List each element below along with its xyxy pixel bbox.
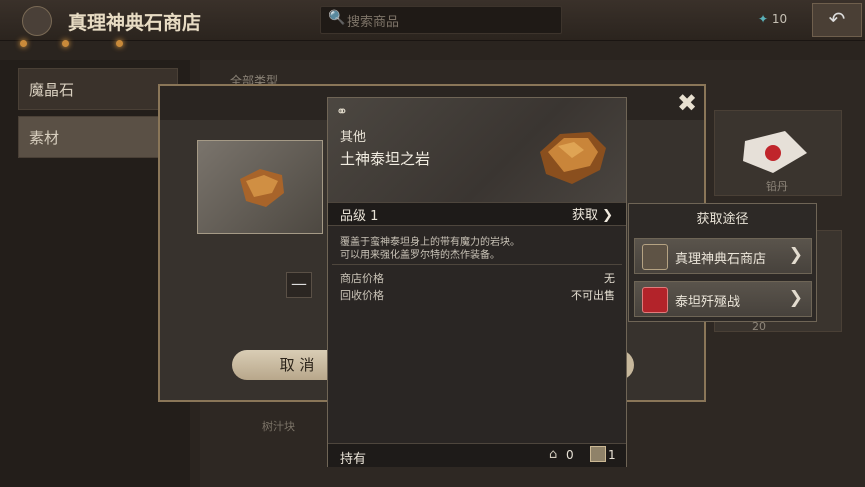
acquisition-item-battle[interactable]: 泰坦歼殛战 ❯ [634,281,812,317]
chevron-right-icon: ❯ [788,288,803,308]
currency-counter: ✦ 10 [758,12,787,26]
close-icon: ✖ [676,89,698,117]
decorative-lamps [20,40,160,54]
currency-amount: 10 [771,12,788,26]
shop-price-value: 无 [604,272,615,285]
sell-price-label: 回收价格 [340,289,384,302]
item-thumbnail [197,140,323,234]
lamp-icon [62,40,69,47]
item-grade: 品级 1 [340,209,379,224]
titan-rock-icon [540,132,606,184]
shop-price-label: 商店价格 [340,272,384,285]
search-placeholder: 搜索商品 [347,15,400,30]
lamp-icon [20,40,27,47]
bag-icon [590,446,606,462]
battle-icon [642,287,668,313]
crystal-icon: ✦ [758,12,769,26]
tooltip-footer [328,443,626,467]
item-category: 其他 [340,130,367,145]
shop-icon [642,244,668,270]
item-name: 土神泰坦之岩 [340,150,431,168]
quantity-decrease-button[interactable]: — [286,272,312,298]
shop-item-label: 树汁块 [262,420,295,433]
shop-icon [22,6,52,36]
sidebar-item-magic-crystal[interactable]: 魔晶石 [18,68,178,110]
acquisition-item-shop[interactable]: 真理神典石商店 ❯ [634,238,812,274]
acquisition-label: 泰坦歼殛战 [675,295,741,310]
page-title: 真理神典石商店 [68,12,202,34]
red-lead-icon [743,131,807,173]
owned-label: 持有 [340,452,367,467]
lamp-icon [116,40,123,47]
shop-item-label: 铅丹 [766,180,788,193]
rock-icon [240,169,284,207]
obtain-button[interactable]: 获取 ❯ [572,204,613,223]
bag-count: 1 [608,448,616,462]
item-icon [534,126,610,192]
divider [332,264,622,265]
search-icon: 🔍 [328,10,346,26]
obtain-label: 获取 [572,208,599,223]
sell-price-value: 不可出售 [571,289,615,302]
chevron-right-icon: ❯ [788,245,803,265]
chevron-right-icon: ❯ [602,208,614,223]
house-icon: ⌂ [549,447,558,462]
house-count: 0 [566,448,574,462]
sidebar-item-materials[interactable]: 素材 [18,116,178,158]
back-button[interactable]: ↶ [812,3,862,37]
acquisition-title: 获取途径 [696,212,749,227]
close-button[interactable]: ✖ [672,88,702,118]
acquisition-label: 真理神典石商店 [675,252,767,267]
item-description: 可以用来强化盖罗尔特的杰作装备。 [340,250,500,261]
back-arrow-icon: ↶ [828,7,846,31]
coins-icon: ⚭ [336,104,348,120]
